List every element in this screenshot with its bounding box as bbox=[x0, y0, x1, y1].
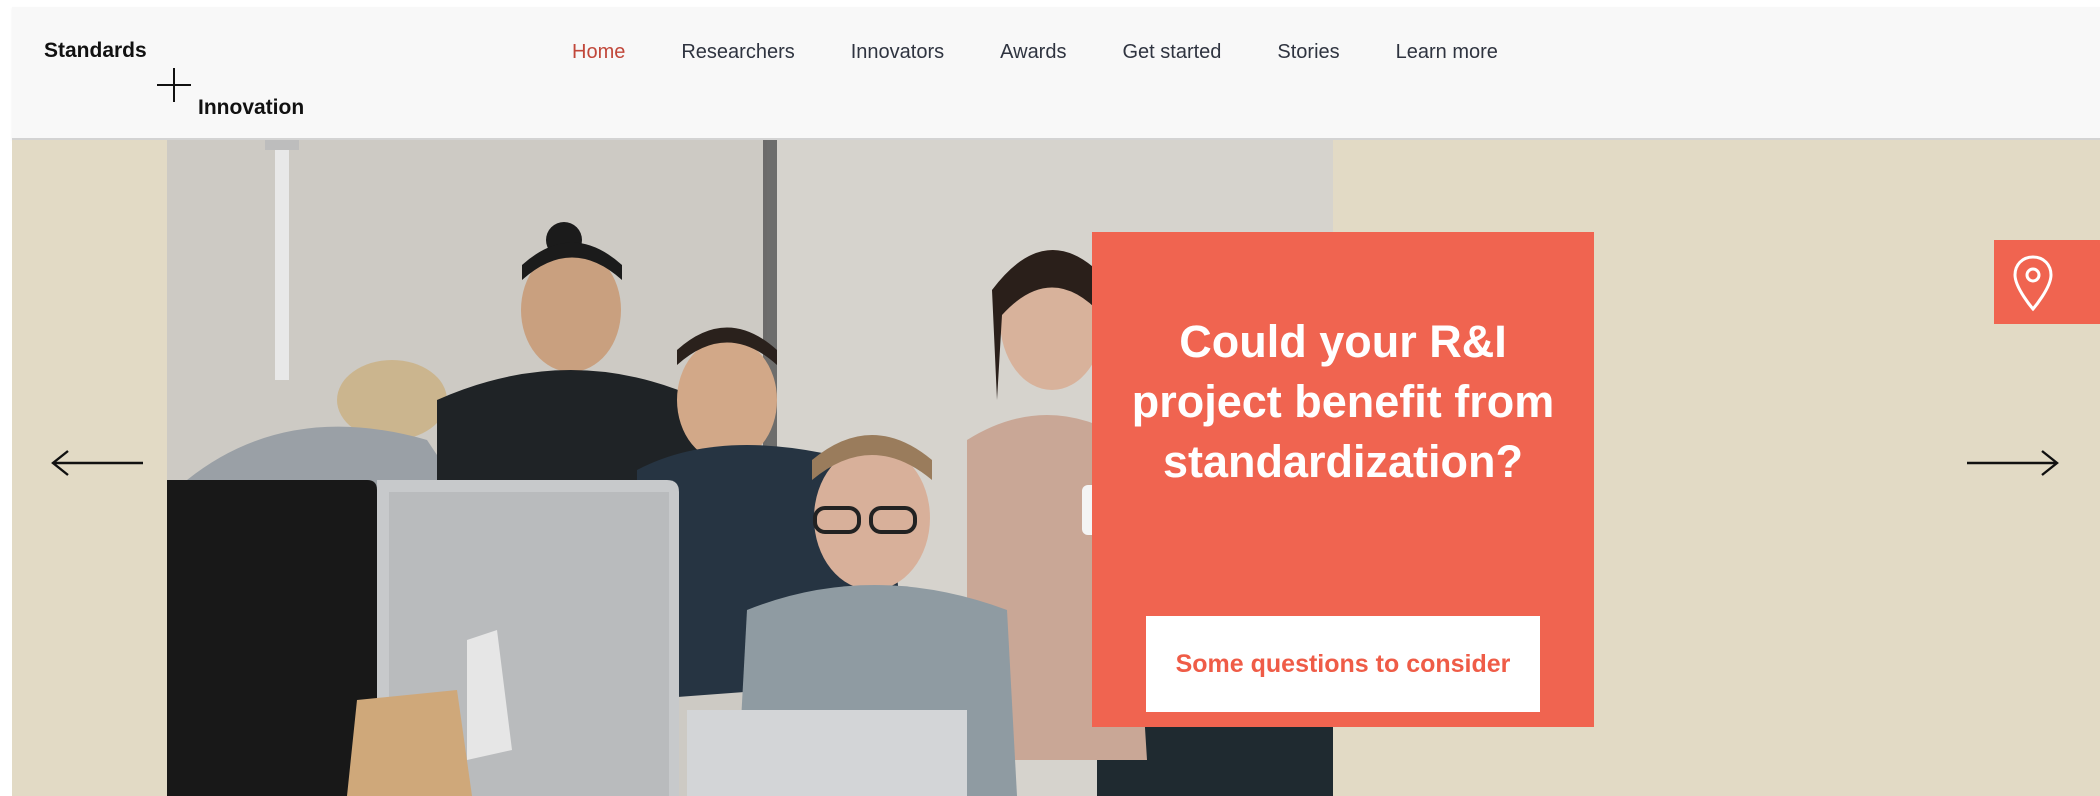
logo-word-standards: Standards bbox=[44, 39, 147, 62]
questions-button[interactable]: Some questions to consider bbox=[1146, 616, 1540, 712]
page: Standards Innovation Home Researchers In… bbox=[0, 0, 2100, 796]
nav-item-researchers[interactable]: Researchers bbox=[681, 41, 794, 64]
map-pin-icon bbox=[2013, 255, 2053, 312]
nav-item-learn-more[interactable]: Learn more bbox=[1396, 41, 1498, 64]
site-header: Standards Innovation Home Researchers In… bbox=[12, 7, 2100, 140]
promo-title: Could your R&I project benefit from stan… bbox=[1131, 316, 1555, 487]
hero-slider: Could your R&I project benefit from stan… bbox=[12, 140, 2100, 796]
site-logo[interactable]: Standards Innovation bbox=[44, 39, 324, 129]
nav-item-awards[interactable]: Awards bbox=[1000, 41, 1066, 64]
arrow-left-icon[interactable] bbox=[50, 448, 146, 478]
plus-icon bbox=[157, 68, 191, 102]
promo-card: Could your R&I project benefit from stan… bbox=[1092, 232, 1594, 727]
arrow-right-icon[interactable] bbox=[1964, 448, 2060, 478]
nav-item-stories[interactable]: Stories bbox=[1277, 41, 1339, 64]
nav-item-innovators[interactable]: Innovators bbox=[851, 41, 944, 64]
logo-word-innovation: Innovation bbox=[198, 96, 305, 119]
nav-item-get-started[interactable]: Get started bbox=[1122, 41, 1221, 64]
nav-item-home[interactable]: Home bbox=[572, 41, 625, 64]
main-nav: Home Researchers Innovators Awards Get s… bbox=[572, 41, 1554, 64]
location-button[interactable] bbox=[1994, 240, 2100, 324]
